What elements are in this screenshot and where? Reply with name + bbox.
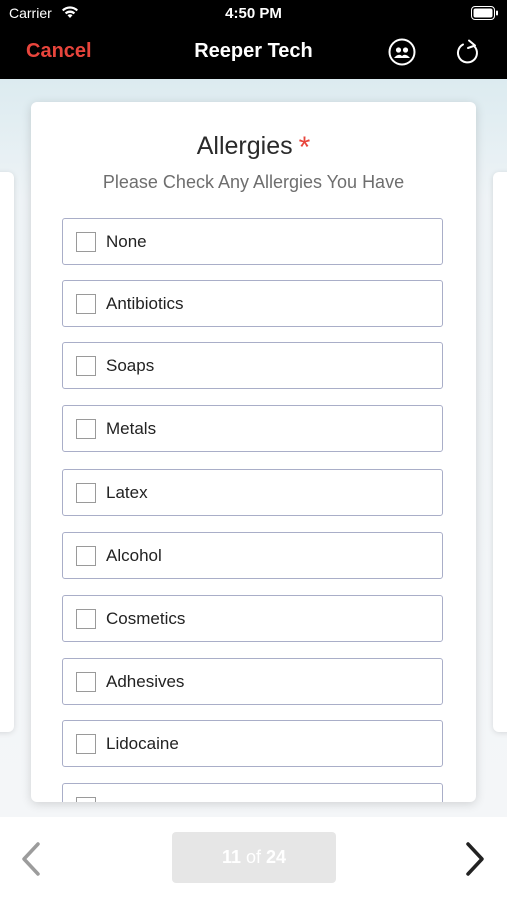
refresh-icon[interactable] [454, 37, 482, 72]
option-label: Alcohol [106, 546, 162, 565]
battery-icon [471, 6, 499, 25]
top-bar: Carrier 4:50 PM Cancel Reeper Tech [0, 0, 507, 79]
option-label: Adhesives [106, 672, 185, 691]
status-bar: Carrier 4:50 PM [0, 0, 507, 28]
checkbox[interactable] [76, 797, 96, 802]
option-label: None [106, 232, 147, 251]
option-label: Metals [106, 419, 157, 438]
option-label: Soaps [106, 356, 155, 375]
option-label: Antibiotics [106, 294, 184, 313]
checkbox[interactable] [76, 734, 96, 754]
checkbox[interactable] [76, 232, 96, 252]
checkbox[interactable] [76, 672, 96, 692]
option-none[interactable]: None [62, 218, 443, 265]
page-of-label: of [245, 847, 261, 867]
chevron-right-icon[interactable] [462, 841, 488, 882]
checkbox[interactable] [76, 609, 96, 629]
option-label: Lidocaine [106, 734, 179, 753]
people-icon[interactable] [388, 38, 416, 71]
option-label: Latex [106, 483, 148, 502]
option-latex[interactable]: Latex [62, 469, 443, 516]
option-cut-off[interactable] [62, 783, 443, 802]
page-total: 24 [266, 847, 287, 867]
question-subtitle: Please Check Any Allergies You Have [102, 172, 405, 192]
question-title-text: Allergies [196, 132, 293, 160]
checkbox[interactable] [76, 419, 96, 439]
question-card: Allergies * Please Check Any Allergies Yo… [31, 102, 476, 802]
checkbox[interactable] [76, 356, 96, 376]
question-title: Allergies * [31, 128, 476, 164]
option-metals[interactable]: Metals [62, 405, 443, 452]
option-cosmetics[interactable]: Cosmetics [62, 595, 443, 642]
form-content-area[interactable]: Allergies * Please Check Any Allergies Yo… [0, 79, 507, 817]
bottom-nav-bar: 11 of 24 [0, 817, 507, 900]
option-lidocaine[interactable]: Lidocaine [62, 720, 443, 767]
checkbox[interactable] [76, 546, 96, 566]
nav-title: Reeper Tech [194, 40, 313, 62]
option-adhesives[interactable]: Adhesives [62, 658, 443, 705]
page-current: 11 [221, 847, 241, 867]
option-label: Cosmetics [106, 609, 186, 628]
nav-bar: Cancel Reeper Tech [0, 28, 507, 79]
checkbox[interactable] [76, 483, 96, 503]
checkbox[interactable] [76, 294, 96, 314]
option-antibiotics[interactable]: Antibiotics [62, 280, 443, 327]
option-soaps[interactable]: Soaps [62, 342, 443, 389]
next-card-peek [493, 172, 507, 732]
required-marker: * [298, 131, 311, 164]
page-indicator: 11 of 24 [172, 832, 336, 883]
option-alcohol[interactable]: Alcohol [62, 532, 443, 579]
clock: 4:50 PM [225, 5, 282, 22]
chevron-left-icon[interactable] [18, 841, 44, 882]
previous-card-peek [0, 172, 14, 732]
